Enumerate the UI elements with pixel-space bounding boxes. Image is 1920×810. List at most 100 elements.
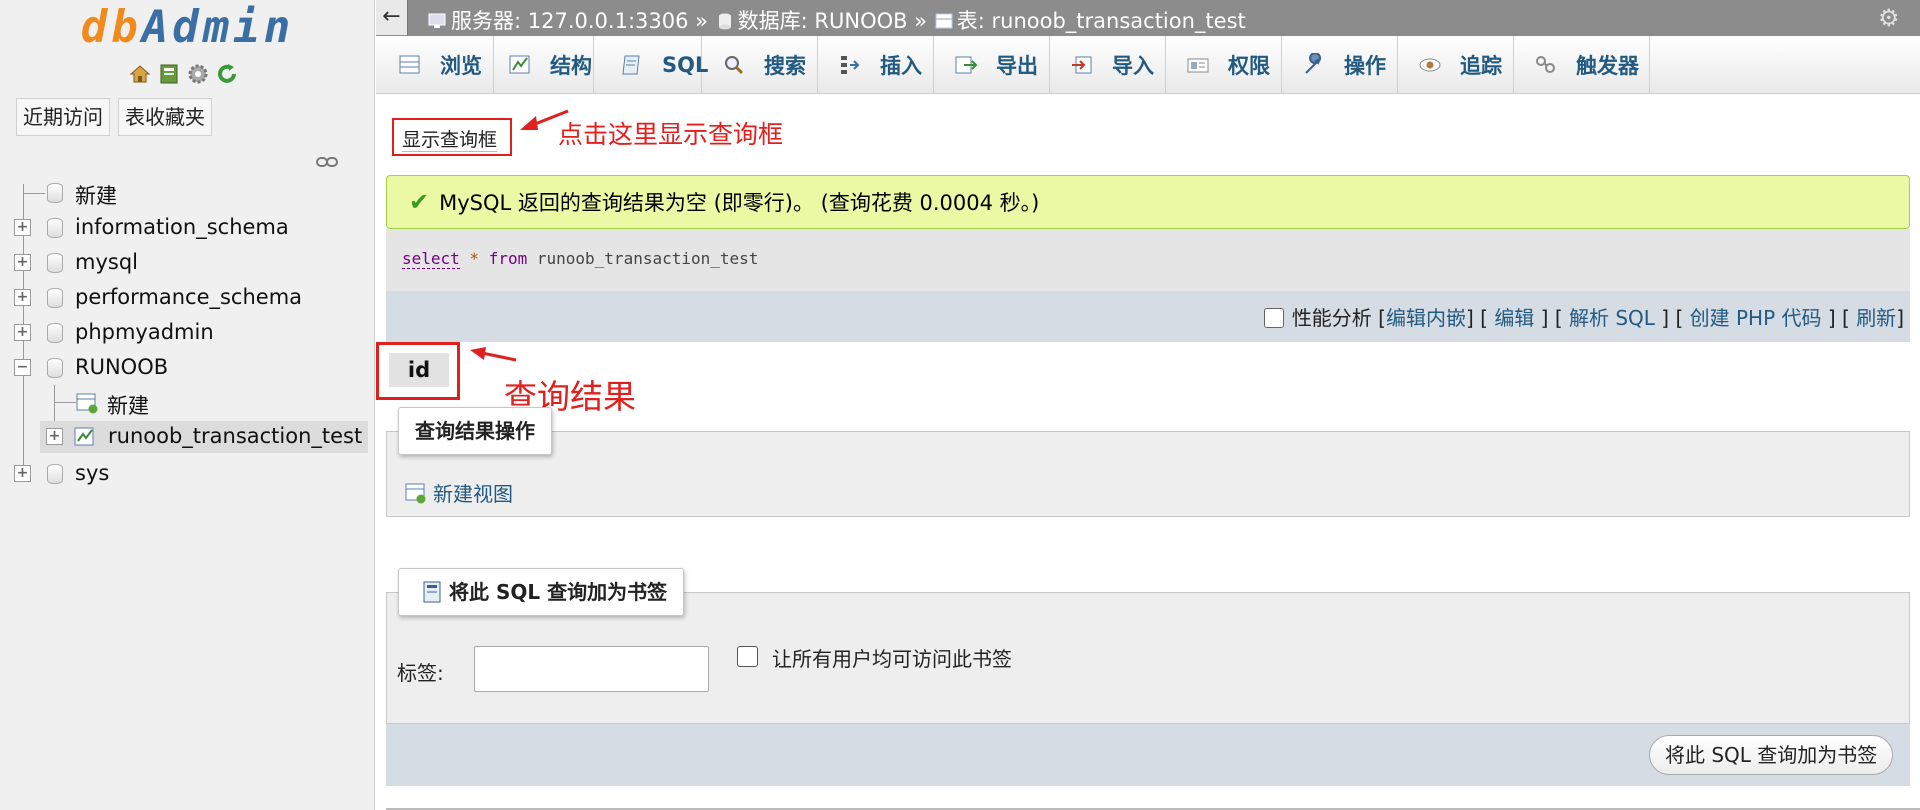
settings-icon[interactable] <box>186 62 210 86</box>
tab-structure[interactable]: 结构 <box>494 36 594 93</box>
tree-label: RUNOOB <box>75 355 169 379</box>
result-operations-fieldset <box>386 431 1910 517</box>
table-tabs: 浏览 结构 SQL 搜索 插入 导出 导入 权限 操作 追踪 触发器 <box>376 36 1920 94</box>
create-php-link[interactable]: 创建 PHP 代码 <box>1690 306 1822 330</box>
tree-item-runoob[interactable]: − RUNOOB <box>0 352 375 384</box>
tab-label: 导出 <box>996 53 1038 78</box>
expand-icon[interactable]: + <box>14 324 31 341</box>
logo-toolbar <box>128 62 239 86</box>
triggers-icon <box>1534 53 1558 77</box>
link-icon[interactable] <box>316 150 338 167</box>
bookmark-submit-button[interactable]: 将此 SQL 查询加为书签 <box>1649 735 1894 775</box>
tab-privileges[interactable]: 权限 <box>1166 36 1282 93</box>
database-icon <box>47 218 63 238</box>
result-column-header-id[interactable]: id <box>389 353 449 387</box>
insert-icon <box>838 53 862 77</box>
tree-item-sys[interactable]: + sys <box>0 458 375 490</box>
edit-link[interactable]: 编辑 <box>1494 306 1534 330</box>
create-view-link[interactable]: 新建视图 <box>405 478 513 507</box>
breadcrumb-separator: » <box>907 9 934 33</box>
table-icon <box>934 11 954 29</box>
bookmark-legend-label: 将此 SQL 查询加为书签 <box>449 580 668 604</box>
tree-item-mysql[interactable]: + mysql <box>0 247 375 279</box>
tab-label: 追踪 <box>1460 53 1502 78</box>
success-message: ✔ MySQL 返回的查询结果为空 (即零行)。 (查询花费 0.0004 秒。… <box>386 175 1910 229</box>
tree-item-phpmyadmin[interactable]: + phpmyadmin <box>0 317 375 349</box>
explain-sql-link[interactable]: 解析 SQL <box>1569 306 1655 330</box>
table-structure-icon <box>74 426 96 448</box>
breadcrumb-server[interactable]: 服务器: 127.0.0.1:3306 <box>451 9 688 33</box>
tree-label: runoob_transaction_test <box>108 424 363 448</box>
tab-sql[interactable]: SQL <box>594 36 708 93</box>
tab-label: 插入 <box>880 53 922 78</box>
expand-icon[interactable]: + <box>14 289 31 306</box>
expand-icon[interactable]: + <box>14 465 31 482</box>
tree-item-new-table[interactable]: 新建 <box>0 387 375 419</box>
breadcrumb: 服务器: 127.0.0.1:3306 » 数据库: RUNOOB » 表: r… <box>428 5 1246 35</box>
show-query-box-label: 显示查询框 <box>402 129 498 152</box>
database-icon <box>47 464 63 484</box>
edit-inline-link[interactable]: 编辑内嵌 <box>1386 306 1466 330</box>
tree-label: performance_schema <box>75 285 303 309</box>
tab-label: 触发器 <box>1576 53 1639 78</box>
database-icon <box>47 288 63 308</box>
breadcrumb-table[interactable]: 表: runoob_transaction_test <box>957 9 1246 33</box>
favorites-button[interactable]: 表收藏夹 <box>118 98 212 136</box>
bookmark-label-input[interactable] <box>474 646 709 692</box>
breadcrumb-separator: » <box>688 9 715 33</box>
success-text: MySQL 返回的查询结果为空 (即零行)。 (查询花费 0.0004 秒。) <box>439 191 1040 215</box>
reload-icon[interactable] <box>215 62 239 86</box>
tree-label: information_schema <box>75 215 289 239</box>
tab-operations[interactable]: 操作 <box>1282 36 1398 93</box>
breadcrumb-database[interactable]: 数据库: RUNOOB <box>738 9 908 33</box>
tree-label: sys <box>75 461 110 485</box>
database-icon <box>47 358 63 378</box>
tab-browse[interactable]: 浏览 <box>376 36 494 93</box>
collapse-sidebar-button[interactable]: ← <box>376 0 408 35</box>
create-view-label: 新建视图 <box>433 482 513 506</box>
export-icon <box>954 53 978 77</box>
expand-icon[interactable]: + <box>14 219 31 236</box>
server-icon <box>428 11 448 29</box>
dbadmin-logo[interactable]: dbAdmin <box>0 2 375 53</box>
tree-item-performance-schema[interactable]: + performance_schema <box>0 282 375 314</box>
tab-export[interactable]: 导出 <box>934 36 1050 93</box>
tree-label: mysql <box>75 250 138 274</box>
tab-triggers[interactable]: 触发器 <box>1514 36 1650 93</box>
breadcrumb-bar: ← 服务器: 127.0.0.1:3306 » 数据库: RUNOOB » 表:… <box>376 0 1920 36</box>
tab-label: 操作 <box>1344 53 1386 78</box>
browse-icon <box>398 53 422 77</box>
tab-tracking[interactable]: 追踪 <box>1398 36 1514 93</box>
expand-icon[interactable]: + <box>14 254 31 271</box>
collapse-icon[interactable]: − <box>14 359 31 376</box>
sql-keyword-from: from <box>488 249 528 268</box>
sql-table-name: runoob_transaction_test <box>527 249 759 268</box>
refresh-link[interactable]: 刷新 <box>1856 306 1896 330</box>
tab-search[interactable]: 搜索 <box>702 36 818 93</box>
bookmark-icon <box>421 574 443 603</box>
profiling-checkbox[interactable] <box>1263 308 1284 328</box>
sql-query-display[interactable]: select * from runoob_transaction_test <box>386 229 1910 291</box>
logo-part-admin: Admin <box>141 2 295 53</box>
result-highlight-box: id <box>376 342 460 400</box>
new-database-icon <box>47 183 63 203</box>
recent-button[interactable]: 近期访问 <box>16 98 110 136</box>
database-icon <box>47 253 63 273</box>
bookmark-legend: 将此 SQL 查询加为书签 <box>398 568 685 616</box>
expand-icon[interactable]: + <box>46 428 63 445</box>
search-icon <box>722 53 746 77</box>
show-query-box-button[interactable]: 显示查询框 <box>392 118 512 156</box>
tab-insert[interactable]: 插入 <box>818 36 934 93</box>
page-settings-icon[interactable]: ⚙ <box>1878 6 1902 30</box>
tab-import[interactable]: 导入 <box>1050 36 1166 93</box>
home-icon[interactable] <box>128 62 152 86</box>
result-operations-legend: 查询结果操作 <box>398 407 552 455</box>
database-icon <box>715 11 735 30</box>
sql-keyword-select[interactable]: select <box>402 249 460 269</box>
tree-item-new-database[interactable]: 新建 <box>0 177 375 209</box>
tree-item-information-schema[interactable]: + information_schema <box>0 212 375 244</box>
share-bookmark-checkbox[interactable] <box>737 646 758 667</box>
tree-label: 新建 <box>75 184 117 208</box>
sql-window-icon[interactable] <box>157 62 181 86</box>
tree-item-runoob-transaction-test[interactable]: + runoob_transaction_test <box>40 421 368 453</box>
